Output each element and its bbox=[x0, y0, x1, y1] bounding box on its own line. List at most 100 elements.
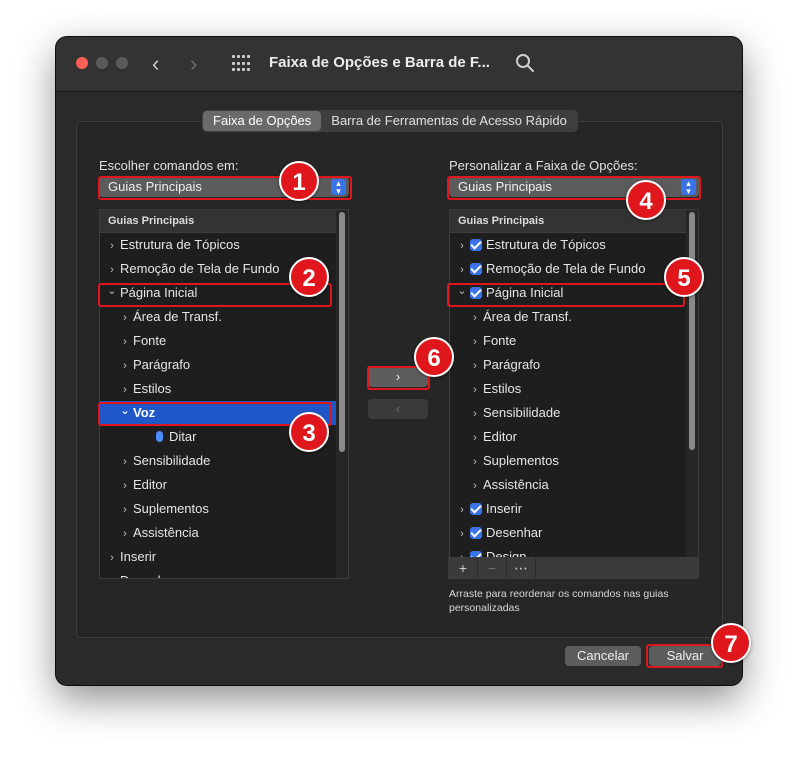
list-item[interactable]: › Estilos bbox=[100, 377, 348, 401]
step-badge-7: 7 bbox=[711, 623, 751, 663]
title-bar: ‹ › Faixa de Opções e Barra de F... bbox=[56, 37, 742, 92]
list-item-label: Editor bbox=[483, 429, 517, 444]
list-item-label: Parágrafo bbox=[483, 357, 541, 372]
disclosure-closed-icon[interactable]: › bbox=[119, 450, 131, 474]
search-icon[interactable] bbox=[515, 53, 535, 73]
list-item-label: Estrutura de Tópicos bbox=[486, 237, 606, 252]
minimize-window-button[interactable] bbox=[96, 57, 108, 69]
cancel-button[interactable]: Cancelar bbox=[565, 646, 641, 666]
list-item-label: Desenhar bbox=[120, 573, 176, 578]
zoom-window-button[interactable] bbox=[116, 57, 128, 69]
list-item-label: Estilos bbox=[133, 381, 172, 396]
list-item-label: Remoção de Tela de Fundo bbox=[486, 261, 646, 276]
disclosure-closed-icon[interactable]: › bbox=[106, 570, 118, 578]
add-tab-button[interactable]: + bbox=[449, 558, 478, 578]
disclosure-closed-icon[interactable]: › bbox=[106, 546, 118, 570]
disclosure-closed-icon[interactable]: › bbox=[119, 306, 131, 330]
list-item[interactable]: › Assistência bbox=[450, 473, 698, 497]
disclosure-closed-icon[interactable]: › bbox=[469, 354, 481, 378]
list-item[interactable]: › Parágrafo bbox=[450, 353, 698, 377]
back-chevron-icon[interactable]: ‹ bbox=[152, 51, 159, 77]
list-item-label: Área de Transf. bbox=[483, 309, 572, 324]
list-header: Guias Principais bbox=[100, 210, 348, 233]
list-item[interactable]: › Inserir bbox=[450, 497, 698, 521]
list-item-label: Ditar bbox=[169, 429, 197, 444]
list-item[interactable]: › Sensibilidade bbox=[450, 401, 698, 425]
list-item-label: Suplementos bbox=[133, 501, 209, 516]
list-item[interactable]: › Estrutura de Tópicos bbox=[450, 233, 698, 257]
list-item-label: Estilos bbox=[483, 381, 522, 396]
list-item[interactable]: › Remoção de Tela de Fundo bbox=[450, 257, 698, 281]
more-options-icon[interactable]: ⋯ bbox=[507, 558, 536, 578]
forward-chevron-icon[interactable]: › bbox=[190, 51, 197, 77]
disclosure-closed-icon[interactable]: › bbox=[469, 426, 481, 450]
list-item-label: Remoção de Tela de Fundo bbox=[120, 261, 280, 276]
step-badge-1: 1 bbox=[279, 161, 319, 201]
list-item[interactable]: ›Desenhar bbox=[100, 569, 348, 578]
scrollbar-track[interactable] bbox=[336, 210, 348, 578]
checkbox-checked-icon[interactable] bbox=[470, 527, 482, 539]
list-item[interactable]: › Suplementos bbox=[100, 497, 348, 521]
scrollbar-thumb[interactable] bbox=[689, 212, 695, 450]
tab-quick-access-toolbar[interactable]: Barra de Ferramentas de Acesso Rápido bbox=[321, 111, 577, 131]
disclosure-closed-icon[interactable]: › bbox=[469, 474, 481, 498]
list-item-label: Inserir bbox=[486, 501, 523, 516]
disclosure-closed-icon[interactable]: › bbox=[469, 402, 481, 426]
scrollbar-thumb[interactable] bbox=[339, 212, 345, 452]
checkbox-checked-icon[interactable] bbox=[470, 503, 482, 515]
step-badge-4: 4 bbox=[626, 180, 666, 220]
microphone-icon bbox=[156, 431, 163, 442]
tab-ribbon[interactable]: Faixa de Opções bbox=[203, 111, 322, 131]
disclosure-closed-icon[interactable]: › bbox=[119, 522, 131, 546]
list-item-label: Área de Transf. bbox=[133, 309, 222, 324]
close-window-button[interactable] bbox=[76, 57, 88, 69]
disclosure-closed-icon[interactable]: › bbox=[456, 498, 468, 522]
disclosure-closed-icon[interactable]: › bbox=[119, 354, 131, 378]
step-badge-5: 5 bbox=[664, 257, 704, 297]
step-badge-3: 3 bbox=[289, 412, 329, 452]
list-item[interactable]: › Área de Transf. bbox=[450, 305, 698, 329]
disclosure-closed-icon[interactable]: › bbox=[469, 378, 481, 402]
remove-command-button[interactable]: ‹ bbox=[368, 399, 428, 419]
remove-tab-button[interactable]: − bbox=[478, 558, 507, 578]
disclosure-closed-icon[interactable]: › bbox=[456, 522, 468, 546]
disclosure-closed-icon[interactable]: › bbox=[119, 330, 131, 354]
list-item-label: Suplementos bbox=[483, 453, 559, 468]
list-item-label: Sensibilidade bbox=[133, 453, 211, 468]
window-title: Faixa de Opções e Barra de F... bbox=[269, 54, 490, 71]
list-item-label: Fonte bbox=[133, 333, 167, 348]
list-item[interactable]: › Sensibilidade bbox=[100, 449, 348, 473]
list-item-label: Editor bbox=[133, 477, 167, 492]
list-item[interactable]: › Fonte bbox=[450, 329, 698, 353]
list-item[interactable]: › Estrutura de Tópicos bbox=[100, 233, 348, 257]
list-item[interactable]: › Inserir bbox=[100, 545, 348, 569]
checkbox-checked-icon[interactable] bbox=[470, 263, 482, 275]
list-item[interactable]: › Suplementos bbox=[450, 449, 698, 473]
show-all-grid-icon[interactable] bbox=[232, 55, 250, 73]
disclosure-closed-icon[interactable]: › bbox=[106, 234, 118, 258]
list-item[interactable]: › Estilos bbox=[450, 377, 698, 401]
disclosure-closed-icon[interactable]: › bbox=[469, 330, 481, 354]
choose-commands-label: Escolher comandos em: bbox=[99, 158, 239, 173]
list-item[interactable]: › Parágrafo bbox=[100, 353, 348, 377]
list-item-label: Desenhar bbox=[486, 525, 543, 540]
list-item[interactable]: › Editor bbox=[450, 425, 698, 449]
step-badge-2: 2 bbox=[289, 257, 329, 297]
list-item[interactable]: › Fonte bbox=[100, 329, 348, 353]
disclosure-closed-icon[interactable]: › bbox=[119, 498, 131, 522]
list-item-label: Inserir bbox=[120, 549, 157, 564]
disclosure-closed-icon[interactable]: › bbox=[456, 234, 468, 258]
list-toolbar: + − ⋯ bbox=[448, 557, 699, 579]
checkbox-checked-icon[interactable] bbox=[470, 239, 482, 251]
list-item[interactable]: › Área de Transf. bbox=[100, 305, 348, 329]
list-item[interactable]: › Assistência bbox=[100, 521, 348, 545]
customize-ribbon-label: Personalizar a Faixa de Opções: bbox=[449, 158, 638, 173]
disclosure-closed-icon[interactable]: › bbox=[469, 450, 481, 474]
ribbon-tabs-list[interactable]: Guias Principais › Estrutura de Tópicos › R… bbox=[449, 209, 699, 559]
disclosure-closed-icon[interactable]: › bbox=[469, 306, 481, 330]
list-item-label: Assistência bbox=[483, 477, 549, 492]
dialog-window: ‹ › Faixa de Opções e Barra de F... Faix… bbox=[56, 37, 742, 685]
disclosure-closed-icon[interactable]: › bbox=[119, 474, 131, 498]
list-item[interactable]: › Editor bbox=[100, 473, 348, 497]
list-item[interactable]: › Desenhar bbox=[450, 521, 698, 545]
